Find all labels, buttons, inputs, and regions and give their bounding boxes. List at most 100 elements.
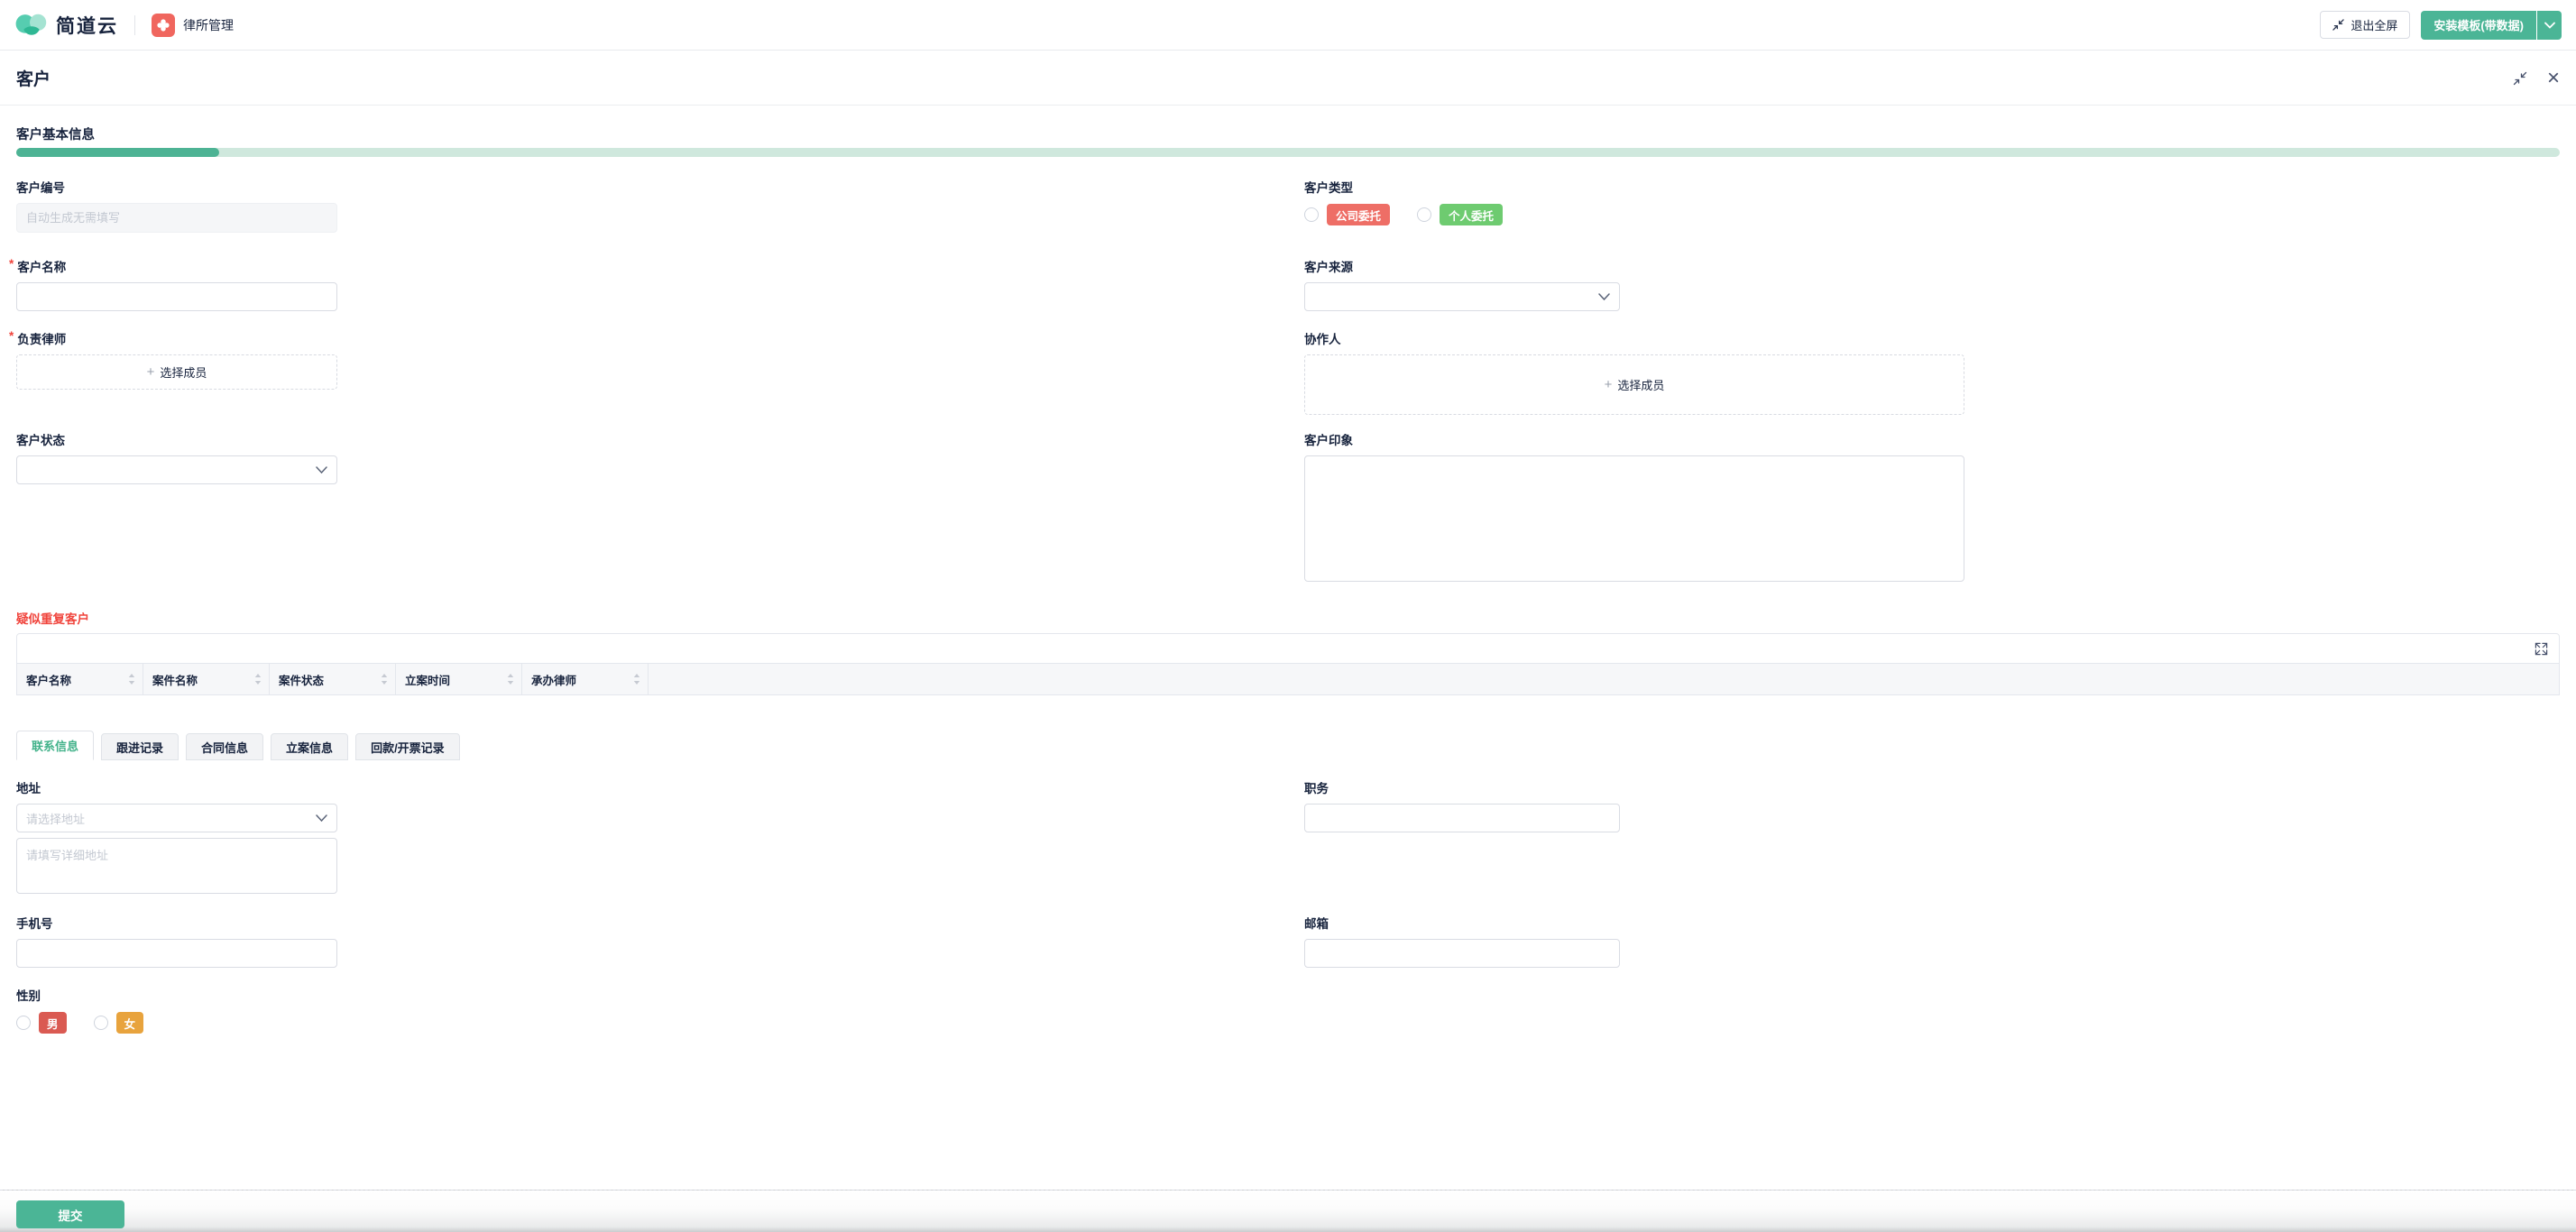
gender-radio-male[interactable] xyxy=(16,1016,31,1030)
form-footer: 提交 xyxy=(0,1190,2576,1232)
field-collaborator: 协作人 + 选择成员 xyxy=(1304,329,1964,415)
sort-icon xyxy=(254,674,262,685)
column-header-filler xyxy=(649,664,2559,694)
exit-fullscreen-label: 退出全屏 xyxy=(2351,16,2397,33)
tab-payment-invoice-records[interactable]: 回款/开票记录 xyxy=(355,733,460,760)
section-divider-fill xyxy=(16,148,219,157)
topbar-right: 退出全屏 安装模板(带数据) xyxy=(2320,11,2562,40)
customer-type-tag-company[interactable]: 公司委托 xyxy=(1327,204,1390,225)
customer-no-input[interactable] xyxy=(16,203,337,233)
position-label: 职务 xyxy=(1304,778,1620,796)
address-select-placeholder: 请选择地址 xyxy=(26,810,85,827)
duplicate-customers-section: 疑似重复客户 客户名称 案件名称 案件状态 xyxy=(16,609,2560,695)
exit-fullscreen-button[interactable]: 退出全屏 xyxy=(2320,11,2410,39)
plus-icon: + xyxy=(147,364,155,380)
topbar-left: 简道云 律所管理 xyxy=(14,11,234,40)
column-header[interactable]: 立案时间 xyxy=(396,664,522,694)
current-app[interactable]: 律所管理 xyxy=(152,14,234,37)
collaborator-select-member-label: 选择成员 xyxy=(1617,376,1664,393)
required-mark: * xyxy=(9,329,14,343)
customer-name-label: * 客户名称 xyxy=(16,257,337,275)
app-flower-icon xyxy=(152,14,175,37)
brand-logo[interactable]: 简道云 xyxy=(14,11,118,40)
gender-tag-female[interactable]: 女 xyxy=(116,1012,144,1034)
collapse-icon[interactable] xyxy=(2513,71,2527,86)
chevron-down-icon xyxy=(1598,293,1610,301)
chevron-down-icon xyxy=(2544,22,2555,29)
customer-status-label: 客户状态 xyxy=(16,430,337,448)
field-customer-name: * 客户名称 xyxy=(16,257,337,311)
section-divider-bar xyxy=(16,148,2560,157)
section-title: 客户基本信息 xyxy=(16,124,95,143)
customer-type-tag-personal[interactable]: 个人委托 xyxy=(1440,204,1503,225)
field-customer-status: 客户状态 xyxy=(16,430,337,484)
responsible-lawyer-label: * 负责律师 xyxy=(16,329,337,347)
customer-source-label: 客户来源 xyxy=(1304,257,1620,275)
field-customer-type: 客户类型 公司委托 个人委托 xyxy=(1304,178,1964,225)
address-detail-textarea[interactable] xyxy=(16,838,337,894)
field-email: 邮箱 xyxy=(1304,914,1620,968)
sort-icon xyxy=(633,674,640,685)
select-member-button[interactable]: + 选择成员 xyxy=(16,354,337,390)
field-customer-no: 客户编号 xyxy=(16,178,337,233)
mobile-input[interactable] xyxy=(16,939,337,968)
sort-icon xyxy=(381,674,388,685)
address-label: 地址 xyxy=(16,778,337,796)
panel-actions: × xyxy=(2513,71,2560,86)
required-mark: * xyxy=(9,257,14,271)
field-customer-impression: 客户印象 xyxy=(1304,430,1964,586)
field-mobile: 手机号 xyxy=(16,914,337,968)
gender-label: 性别 xyxy=(16,986,337,1004)
form-panel-header: 客户 × xyxy=(0,51,2576,106)
address-select[interactable]: 请选择地址 xyxy=(16,804,337,832)
collaborator-select-member-button[interactable]: + 选择成员 xyxy=(1304,354,1964,415)
email-label: 邮箱 xyxy=(1304,914,1620,932)
customer-type-label: 客户类型 xyxy=(1304,178,1964,196)
tab-case-filing-info[interactable]: 立案信息 xyxy=(271,733,348,760)
column-header[interactable]: 案件名称 xyxy=(143,664,270,694)
customer-source-select[interactable] xyxy=(1304,282,1620,311)
duplicate-table-header: 客户名称 案件名称 案件状态 立案时间 承办律师 xyxy=(16,664,2560,695)
gender-radio-female[interactable] xyxy=(94,1016,108,1030)
customer-type-radio-personal[interactable] xyxy=(1417,207,1431,222)
customer-name-input[interactable] xyxy=(16,282,337,311)
expand-table-icon[interactable] xyxy=(2535,642,2548,656)
select-member-label: 选择成员 xyxy=(160,363,207,381)
brand-name: 简道云 xyxy=(56,12,118,39)
field-address: 地址 请选择地址 xyxy=(16,778,337,898)
mobile-label: 手机号 xyxy=(16,914,337,932)
gender-options: 男 女 xyxy=(16,1012,337,1034)
duplicate-customers-label: 疑似重复客户 xyxy=(16,609,2560,627)
gender-tag-male[interactable]: 男 xyxy=(39,1012,67,1034)
duplicate-table-toolbar xyxy=(16,633,2560,664)
detail-tabs: 联系信息 跟进记录 合同信息 立案信息 回款/开票记录 xyxy=(16,731,467,760)
field-position: 职务 xyxy=(1304,778,1620,832)
sort-icon xyxy=(128,674,135,685)
sort-icon xyxy=(507,674,514,685)
plus-icon: + xyxy=(1605,377,1613,392)
column-header[interactable]: 承办律师 xyxy=(522,664,649,694)
customer-type-radio-company[interactable] xyxy=(1304,207,1319,222)
tab-contact-info[interactable]: 联系信息 xyxy=(16,731,94,760)
install-template-button[interactable]: 安装模板(带数据) xyxy=(2421,11,2536,40)
collaborator-label: 协作人 xyxy=(1304,329,1964,347)
topbar-divider xyxy=(134,15,135,35)
tab-follow-up-records[interactable]: 跟进记录 xyxy=(101,733,179,760)
close-icon[interactable]: × xyxy=(2547,71,2560,86)
position-input[interactable] xyxy=(1304,804,1620,832)
customer-impression-label: 客户印象 xyxy=(1304,430,1964,448)
field-customer-source: 客户来源 xyxy=(1304,257,1620,311)
install-template-split-button: 安装模板(带数据) xyxy=(2421,11,2562,40)
install-template-dropdown-button[interactable] xyxy=(2537,11,2562,40)
customer-status-select[interactable] xyxy=(16,455,337,484)
tab-contract-info[interactable]: 合同信息 xyxy=(186,733,263,760)
email-input[interactable] xyxy=(1304,939,1620,968)
customer-impression-textarea[interactable] xyxy=(1304,455,1964,582)
column-header[interactable]: 案件状态 xyxy=(270,664,396,694)
column-header[interactable]: 客户名称 xyxy=(17,664,143,694)
chevron-down-icon xyxy=(316,466,327,474)
field-gender: 性别 男 女 xyxy=(16,986,337,1034)
topbar: 简道云 律所管理 xyxy=(0,0,2576,51)
submit-button[interactable]: 提交 xyxy=(16,1200,124,1228)
form-title: 客户 xyxy=(16,66,51,90)
